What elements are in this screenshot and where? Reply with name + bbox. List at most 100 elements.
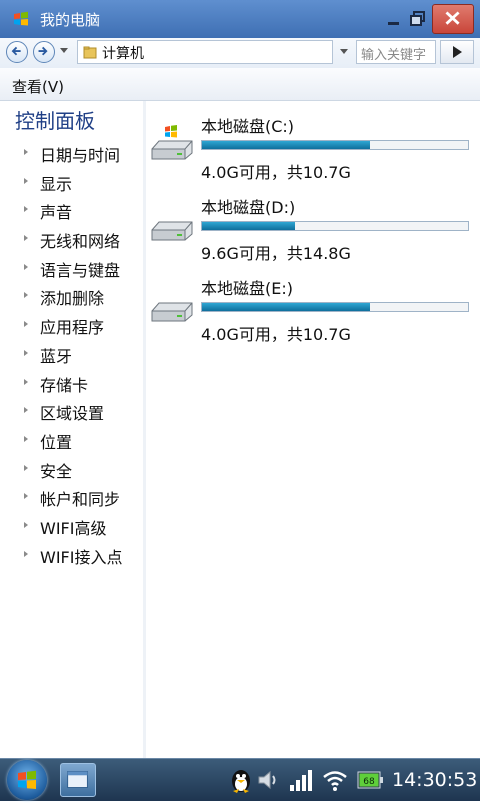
folder-icon <box>83 46 97 59</box>
qq-penguin-icon[interactable] <box>228 767 254 793</box>
sidebar-item-wireless[interactable]: 无线和网络 <box>0 225 143 254</box>
address-bar: 计算机 输入关键字 <box>0 38 480 69</box>
search-input[interactable]: 输入关键字 <box>356 40 436 64</box>
drive-c[interactable]: 本地磁盘(C:) 4.0G可用，共10.7G <box>146 101 480 182</box>
volume-icon[interactable] <box>256 767 282 793</box>
sidebar-item-label: 无线和网络 <box>40 232 121 252</box>
drive-usage-fill <box>202 222 296 230</box>
expand-arrow-icon <box>24 349 28 356</box>
expand-arrow-icon <box>24 378 28 385</box>
sidebar-title: 控制面板 <box>15 109 95 133</box>
arrow-right-icon <box>38 46 48 56</box>
sidebar-item-add-remove[interactable]: 添加删除 <box>0 282 143 311</box>
sidebar-item-date-time[interactable]: 日期与时间 <box>0 139 143 168</box>
back-button[interactable] <box>6 41 28 63</box>
sidebar-item-label: 蓝牙 <box>40 346 73 366</box>
sidebar-list: 日期与时间 显示 声音 无线和网络 语言与键盘 添加删除 应用程序 蓝牙 存储卡… <box>0 139 143 569</box>
drive-name: 本地磁盘(E:) <box>201 279 293 298</box>
sidebar-item-wifi-advanced[interactable]: WIFI高级 <box>0 512 143 541</box>
sidebar-item-label: 区域设置 <box>40 404 105 424</box>
address-field[interactable]: 计算机 <box>77 40 333 64</box>
restore-icon[interactable] <box>409 10 427 28</box>
windows-logo-icon <box>18 770 36 789</box>
minimize-icon[interactable] <box>385 10 403 28</box>
start-button[interactable] <box>7 760 47 800</box>
drive-name: 本地磁盘(D:) <box>201 198 296 217</box>
drive-list: 本地磁盘(C:) 4.0G可用，共10.7G 本地磁盘(D:) 9.6G可用，共… <box>146 101 480 758</box>
drive-free-space: 4.0G可用，共10.7G <box>201 163 351 182</box>
go-button[interactable] <box>440 40 474 64</box>
forward-button[interactable] <box>33 41 55 63</box>
clock[interactable]: 14:30:53 <box>392 769 477 791</box>
sidebar-item-label: 显示 <box>40 174 73 194</box>
sidebar-item-apps[interactable]: 应用程序 <box>0 311 143 340</box>
drive-usage-bar <box>201 140 469 150</box>
drive-free-space: 9.6G可用，共14.8G <box>201 244 351 263</box>
windows-logo-icon <box>14 11 28 26</box>
menu-view[interactable]: 查看(V) <box>12 76 64 97</box>
address-dropdown-icon[interactable] <box>340 49 348 54</box>
expand-arrow-icon <box>24 550 28 557</box>
expand-arrow-icon <box>24 464 28 471</box>
drive-usage-fill <box>202 303 370 311</box>
drive-d[interactable]: 本地磁盘(D:) 9.6G可用，共14.8G <box>146 182 480 263</box>
sidebar-item-region[interactable]: 区域设置 <box>0 397 143 426</box>
drive-usage-bar <box>201 302 469 312</box>
sidebar-item-label: 应用程序 <box>40 318 105 338</box>
expand-arrow-icon <box>24 235 28 242</box>
sidebar-item-accounts[interactable]: 帐户和同步 <box>0 483 143 512</box>
expand-arrow-icon <box>24 149 28 155</box>
window-title: 我的电脑 <box>40 11 101 29</box>
drive-usage-fill <box>202 141 370 149</box>
expand-arrow-icon <box>24 321 28 328</box>
history-dropdown-icon[interactable] <box>60 48 68 53</box>
sidebar-item-label: 语言与键盘 <box>40 260 121 280</box>
window-icon <box>67 771 88 788</box>
sidebar-item-display[interactable]: 显示 <box>0 168 143 197</box>
sidebar-item-sound[interactable]: 声音 <box>0 196 143 225</box>
drive-name: 本地磁盘(C:) <box>201 117 295 136</box>
close-icon <box>445 11 460 25</box>
taskbar: 68 14:30:53 <box>0 758 480 801</box>
drive-usage-bar <box>201 221 469 231</box>
sidebar-item-language[interactable]: 语言与键盘 <box>0 254 143 283</box>
address-path: 计算机 <box>102 46 144 62</box>
drive-e[interactable]: 本地磁盘(E:) 4.0G可用，共10.7G <box>146 263 480 344</box>
drive-free-space: 4.0G可用，共10.7G <box>201 325 351 344</box>
taskbar-explorer-window[interactable] <box>60 763 96 797</box>
title-bar: 我的电脑 <box>0 0 480 39</box>
sidebar-item-wifi-ap[interactable]: WIFI接入点 <box>0 541 143 570</box>
sidebar-item-security[interactable]: 安全 <box>0 455 143 484</box>
sidebar-item-location[interactable]: 位置 <box>0 426 143 455</box>
sidebar-item-label: WIFI高级 <box>40 518 107 538</box>
sidebar-item-label: 位置 <box>40 432 73 452</box>
menu-bar: 查看(V) <box>0 68 480 101</box>
signal-strength-icon[interactable] <box>288 767 314 793</box>
expand-arrow-icon <box>24 521 28 528</box>
expand-arrow-icon <box>24 206 28 213</box>
arrow-left-icon <box>11 46 21 56</box>
control-panel-sidebar: 控制面板 日期与时间 显示 声音 无线和网络 语言与键盘 添加删除 应用程序 蓝… <box>0 101 144 758</box>
drive-icon <box>151 302 193 322</box>
sidebar-item-label: 添加删除 <box>40 289 105 309</box>
expand-arrow-icon <box>24 263 28 270</box>
sidebar-item-label: 安全 <box>40 461 73 481</box>
expand-arrow-icon <box>24 407 28 414</box>
battery-level: 68 <box>363 777 375 787</box>
expand-arrow-icon <box>24 493 28 500</box>
sidebar-item-label: 帐户和同步 <box>40 490 121 510</box>
sidebar-item-label: 日期与时间 <box>40 146 121 165</box>
drive-icon <box>151 221 193 241</box>
close-button[interactable] <box>432 4 474 34</box>
wifi-icon[interactable] <box>322 767 348 793</box>
sidebar-item-label: WIFI接入点 <box>40 547 123 567</box>
sidebar-item-label: 声音 <box>40 203 73 223</box>
windows-drive-icon <box>151 125 193 160</box>
sidebar-item-storage-card[interactable]: 存储卡 <box>0 369 143 398</box>
sidebar-item-label: 存储卡 <box>40 375 89 395</box>
battery-icon: 68 <box>357 771 383 789</box>
sidebar-item-bluetooth[interactable]: 蓝牙 <box>0 340 143 369</box>
expand-arrow-icon <box>24 292 28 299</box>
expand-arrow-icon <box>24 177 28 184</box>
expand-arrow-icon <box>24 435 28 442</box>
